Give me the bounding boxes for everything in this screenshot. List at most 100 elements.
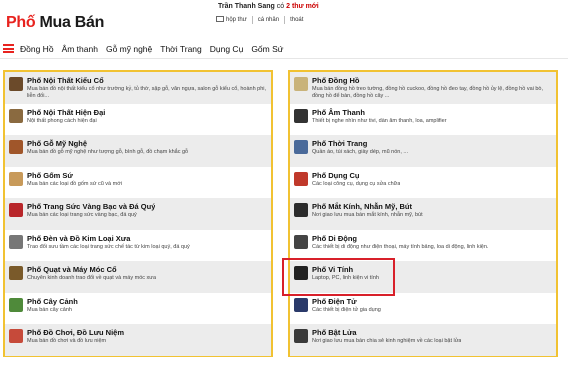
- category-title[interactable]: Phố Mắt Kính, Nhẫn Mỹ, Bút: [312, 202, 423, 212]
- category-row[interactable]: Phố Trang Sức Vàng Bạc và Đá Quý Mua bán …: [5, 198, 271, 230]
- lamp-icon: [9, 234, 23, 249]
- category-description: Chuyên kinh doanh trao đổi về quạt và má…: [27, 275, 157, 281]
- category-title[interactable]: Phố Bật Lửa: [312, 328, 461, 338]
- category-title[interactable]: Phố Quạt và Máy Móc Cổ: [27, 265, 156, 275]
- mobile-icon: [294, 234, 308, 249]
- category-description: Các thiết bị di động như điện thoại, máy…: [312, 243, 489, 250]
- category-row[interactable]: Phố Dụng Cụ Các loại công cụ, dụng cụ sửa…: [290, 167, 556, 199]
- logout-link[interactable]: thoát: [285, 16, 308, 24]
- category-description: Mua bán các loại trang sức vàng bạc, đá …: [27, 212, 137, 218]
- ceramics-icon: [9, 171, 23, 186]
- category-description: Mua bán các loại đồ gốm sứ cũ và mới: [27, 180, 123, 187]
- bonsai-icon: [9, 297, 23, 312]
- category-text: Phố Đồng Hồ Mua bán đồng hồ treo tường, đ…: [312, 76, 556, 104]
- category-text: Phố Điện Tử Các thiết bị điện tử gia dụng: [312, 297, 381, 325]
- left-category-panel: Phố Nội Thất Kiểu Cổ Mua bán đồ nội thất …: [3, 70, 273, 357]
- category-title[interactable]: Phố Âm Thanh: [312, 108, 447, 118]
- category-description: Mua bán cây cảnh: [27, 306, 72, 313]
- category-title[interactable]: Phố Nội Thất Hiện Đại: [27, 108, 105, 118]
- message-prefix: có: [276, 3, 285, 10]
- main-nav: Đồng Hồ Âm thanh Gỗ mỹ nghệ Thời Trang D…: [0, 39, 568, 59]
- category-row[interactable]: Phố Âm Thanh Thiết bị nghe nhìn như tivi,…: [290, 104, 556, 136]
- nav-item-dung-cu[interactable]: Dụng Cụ: [210, 44, 244, 54]
- category-text: Phố Di Động Các thiết bị di động như điện…: [312, 234, 488, 262]
- tools-icon: [294, 171, 308, 186]
- toy-icon: [9, 329, 23, 343]
- category-description: Các thiết bị điện tử gia dụng: [312, 306, 381, 313]
- category-text: Phố Trang Sức Vàng Bạc và Đá Quý Mua bán …: [27, 202, 155, 230]
- category-row[interactable]: Phố Mắt Kính, Nhẫn Mỹ, Bút Nơi giao lưu m…: [290, 198, 556, 230]
- right-category-panel: Phố Đồng Hồ Mua bán đồng hồ treo tường, đ…: [288, 70, 558, 357]
- category-row[interactable]: Phố Di Động Các thiết bị di động như điện…: [290, 230, 556, 262]
- category-text: Phố Gốm Sứ Mua bán các loại đồ gốm sứ cũ …: [27, 171, 122, 199]
- modern-furniture-icon: [9, 108, 23, 123]
- clock-icon: [294, 77, 308, 91]
- envelope-icon: [216, 16, 224, 23]
- new-messages-link[interactable]: 2 thư mới: [286, 3, 319, 10]
- category-description: Mua bán đồ chơi và đồ lưu niệm: [27, 338, 107, 344]
- category-row[interactable]: Phố Nội Thất Kiểu Cổ Mua bán đồ nội thất …: [5, 72, 271, 104]
- category-title[interactable]: Phố Gốm Sứ: [27, 171, 122, 181]
- logo-part-1: Phố: [6, 14, 36, 31]
- fashion-icon: [294, 140, 308, 154]
- category-row[interactable]: Phố Gỗ Mỹ Nghệ Mua bán đồ gỗ mỹ nghệ như …: [5, 135, 271, 167]
- category-text: Phố Mắt Kính, Nhẫn Mỹ, Bút Nơi giao lưu m…: [312, 202, 423, 230]
- lighter-icon: [294, 329, 308, 343]
- site-logo[interactable]: Phố Mua Bán: [6, 13, 104, 33]
- highlight-box: [282, 258, 395, 296]
- category-title[interactable]: Phố Di Động: [312, 234, 488, 244]
- category-text: Phố Thời Trang Quần áo, túi xách, giày dé…: [312, 139, 408, 167]
- category-row[interactable]: Phố Bật Lửa Nơi giao lưu mua bán chia sẻ …: [290, 324, 556, 356]
- nav-item-thoi-trang[interactable]: Thời Trang: [160, 44, 201, 54]
- category-title[interactable]: Phố Đồng Hồ: [312, 76, 556, 86]
- category-title[interactable]: Phố Trang Sức Vàng Bạc và Đá Quý: [27, 202, 155, 212]
- category-row[interactable]: Phố Đồng Hồ Mua bán đồng hồ treo tường, đ…: [290, 72, 556, 104]
- user-name[interactable]: Trần Thanh Sang: [218, 3, 275, 10]
- category-row[interactable]: Phố Thời Trang Quần áo, túi xách, giày dé…: [290, 135, 556, 167]
- category-row[interactable]: Phố Đèn và Đồ Kim Loại Xưa Trao đổi sưu t…: [5, 230, 271, 262]
- category-title[interactable]: Phố Nội Thất Kiểu Cổ: [27, 76, 271, 86]
- nav-item-am-thanh[interactable]: Âm thanh: [62, 44, 98, 54]
- category-description: Nơi giao lưu mua bán chia sẻ kinh nghiệm…: [312, 338, 462, 344]
- category-text: Phố Âm Thanh Thiết bị nghe nhìn như tivi,…: [312, 108, 447, 136]
- category-description: Quần áo, túi xách, giày dép, mũ nón, ...: [312, 149, 409, 155]
- profile-link[interactable]: cá nhân: [253, 16, 286, 24]
- category-description: Thiết bị nghe nhìn như tivi, dàn âm than…: [312, 117, 447, 124]
- electronics-icon: [294, 297, 308, 312]
- category-text: Phố Nội Thất Kiểu Cổ Mua bán đồ nội thất …: [27, 76, 271, 104]
- category-text: Phố Dụng Cụ Các loại công cụ, dụng cụ sửa…: [312, 171, 400, 199]
- category-title[interactable]: Phố Đồ Chơi, Đồ Lưu Niệm: [27, 328, 124, 338]
- category-description: Mua bán đồ gỗ mỹ nghệ như tượng gỗ, bình…: [27, 149, 189, 155]
- inbox-link[interactable]: hộp thư: [216, 16, 253, 24]
- jewelry-icon: [9, 203, 23, 217]
- category-description: Nơi giao lưu mua bán mắt kính, nhẫn mỹ, …: [312, 212, 423, 218]
- category-text: Phố Đèn và Đồ Kim Loại Xưa Trao đổi sưu t…: [27, 234, 190, 262]
- nav-item-dong-ho[interactable]: Đồng Hồ: [20, 44, 54, 54]
- category-title[interactable]: Phố Thời Trang: [312, 139, 408, 149]
- category-title[interactable]: Phố Dụng Cụ: [312, 171, 400, 181]
- category-row[interactable]: Phố Đồ Chơi, Đồ Lưu Niệm Mua bán đồ chơi …: [5, 324, 271, 356]
- category-row[interactable]: Phố Cây Cảnh Mua bán cây cảnh: [5, 293, 271, 325]
- wood-carving-icon: [9, 140, 23, 154]
- category-row[interactable]: Phố Quạt và Máy Móc Cổ Chuyên kinh doanh …: [5, 261, 271, 293]
- nav-item-go-my-nghe[interactable]: Gỗ mỹ nghệ: [106, 44, 152, 54]
- glasses-icon: [294, 203, 308, 217]
- category-text: Phố Nội Thất Hiện Đại Nội thất phong cách…: [27, 108, 105, 136]
- category-description: Trao đổi sưu tầm các loại trang sức chế …: [27, 243, 190, 250]
- category-title[interactable]: Phố Gỗ Mỹ Nghệ: [27, 139, 188, 149]
- category-row[interactable]: Phố Điện Tử Các thiết bị điện tử gia dụng: [290, 293, 556, 325]
- category-text: Phố Cây Cảnh Mua bán cây cảnh: [27, 297, 78, 325]
- category-row[interactable]: Phố Gốm Sứ Mua bán các loại đồ gốm sứ cũ …: [5, 167, 271, 199]
- category-title[interactable]: Phố Đèn và Đồ Kim Loại Xưa: [27, 234, 190, 244]
- category-description: Mua bán đồ nội thất kiểu cổ như trường k…: [27, 86, 267, 99]
- user-greeting: Trần Thanh Sang có 2 thư mới: [218, 3, 319, 10]
- fan-icon: [9, 266, 23, 280]
- category-row[interactable]: Phố Nội Thất Hiện Đại Nội thất phong cách…: [5, 104, 271, 136]
- menu-icon[interactable]: [3, 44, 14, 53]
- category-description: Mua bán đồng hồ treo tường, đồng hồ cuck…: [312, 86, 544, 99]
- category-title[interactable]: Phố Cây Cảnh: [27, 297, 78, 307]
- category-title[interactable]: Phố Điện Tử: [312, 297, 381, 307]
- nav-item-gom-su[interactable]: Gốm Sứ: [251, 44, 283, 54]
- user-links: hộp thư cá nhân thoát: [216, 16, 308, 24]
- antique-furniture-icon: [9, 77, 23, 91]
